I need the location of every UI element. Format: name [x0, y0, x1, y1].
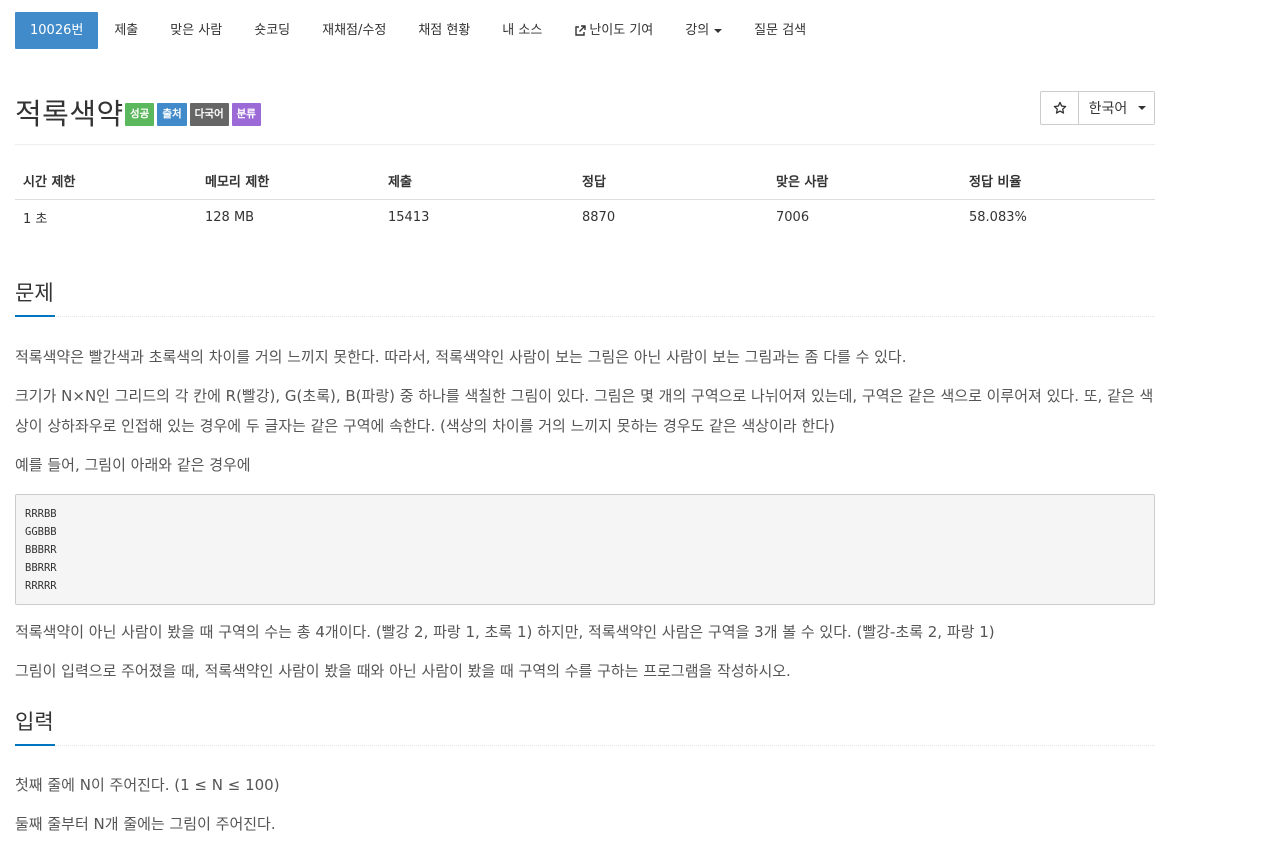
language-select[interactable]: 한국어	[1079, 92, 1154, 124]
col-accepted-users: 맞은 사람	[768, 163, 961, 200]
table-header-row: 시간 제한 메모리 제한 제출 정답 맞은 사람 정답 비율	[15, 163, 1155, 200]
problem-title: 적록색약	[15, 97, 124, 131]
nav-label: 강의	[685, 23, 710, 38]
sample-grid: RRRBB GGBBB BBBRR BBRRR RRRRR	[15, 494, 1155, 605]
nav-question-search[interactable]: 질문 검색	[738, 12, 822, 49]
description-paragraph: 그림이 입력으로 주어졌을 때, 적록색약인 사람이 봤을 때와 아닌 사람이 …	[15, 662, 791, 680]
description-paragraph: 적록색약은 빨간색과 초록색의 차이를 거의 느끼지 못한다. 따라서, 적록색…	[15, 348, 907, 366]
nav-label: 난이도 기여	[589, 23, 654, 38]
section-underline	[15, 315, 55, 317]
label-source[interactable]: 출처	[157, 103, 187, 126]
nav-rejudge[interactable]: 재채점/수정	[306, 12, 402, 49]
section-underline	[15, 744, 55, 746]
nav-submit[interactable]: 제출	[98, 12, 154, 49]
accepted-users-value: 7006	[776, 209, 810, 225]
label-multilingual[interactable]: 다국어	[189, 103, 229, 126]
caret-down-icon	[1138, 106, 1147, 110]
nav-accepted-users[interactable]: 맞은 사람	[154, 12, 238, 49]
col-accept-ratio: 정답 비율	[961, 163, 1155, 200]
col-memory-limit: 메모리 제한	[197, 163, 380, 200]
problem-section-header: 문제	[15, 265, 1155, 317]
col-submissions: 제출	[380, 163, 574, 200]
external-link-icon	[575, 24, 587, 36]
label-category[interactable]: 분류	[231, 103, 261, 126]
nav-label: 질문 검색	[754, 23, 807, 38]
favorite-button[interactable]	[1041, 92, 1079, 124]
accept-ratio-value: 58.083%	[969, 209, 1027, 225]
problem-page: 10026번 제출 맞은 사람 숏코딩 재채점/수정 채점 현황 내 소스 난이…	[15, 0, 1155, 839]
nav-label: 재채점/수정	[322, 23, 387, 38]
input-paragraph: 둘째 줄부터 N개 줄에는 그림이 주어진다.	[15, 815, 276, 833]
section-title: 입력	[15, 710, 54, 734]
problem-labels: 성공 출처 다국어 분류	[125, 103, 261, 126]
col-time-limit: 시간 제한	[15, 163, 197, 200]
submissions-value: 15413	[388, 209, 430, 225]
section-title: 문제	[15, 281, 54, 305]
description-paragraph: 적록색약이 아닌 사람이 봤을 때 구역의 수는 총 4개이다. (빨강 2, …	[15, 623, 995, 641]
description-paragraph: 예를 들어, 그림이 아래와 같은 경우에	[15, 456, 251, 474]
nav-status[interactable]: 채점 현황	[402, 12, 486, 49]
nav-problem-number[interactable]: 10026번	[15, 12, 99, 49]
nav-difficulty-contribution[interactable]: 난이도 기여	[558, 12, 669, 49]
nav-lecture-dropdown[interactable]: 강의	[669, 12, 738, 49]
nav-label: 숏코딩	[254, 23, 291, 38]
time-limit-value: 1 초	[23, 211, 48, 227]
description-paragraph: 크기가 N×N인 그리드의 각 칸에 R(빨강), G(초록), B(파랑) 중…	[15, 387, 1154, 435]
nav-my-source[interactable]: 내 소스	[486, 12, 558, 49]
nav-label: 10026번	[30, 23, 84, 38]
problem-description: 적록색약은 빨간색과 초록색의 차이를 거의 느끼지 못한다. 따라서, 적록색…	[15, 342, 1155, 686]
col-accepted: 정답	[574, 163, 768, 200]
problem-nav: 10026번 제출 맞은 사람 숏코딩 재채점/수정 채점 현황 내 소스 난이…	[15, 12, 1155, 49]
problem-header: 적록색약 성공 출처 다국어 분류 한국어	[15, 49, 1155, 145]
input-paragraph: 첫째 줄에 N이 주어진다. (1 ≤ N ≤ 100)	[15, 776, 280, 794]
accepted-value: 8870	[582, 209, 616, 225]
language-label: 한국어	[1088, 101, 1128, 117]
problem-info-table: 시간 제한 메모리 제한 제출 정답 맞은 사람 정답 비율 1 초 128 M…	[15, 163, 1155, 235]
nav-label: 제출	[114, 23, 139, 38]
nav-label: 내 소스	[502, 23, 543, 38]
caret-down-icon	[714, 28, 723, 33]
nav-label: 채점 현황	[418, 23, 471, 38]
label-success[interactable]: 성공	[125, 103, 155, 126]
problem-actions: 한국어	[1040, 91, 1155, 125]
input-description: 첫째 줄에 N이 주어진다. (1 ≤ N ≤ 100) 둘째 줄부터 N개 줄…	[15, 770, 1155, 839]
nav-short-coding[interactable]: 숏코딩	[238, 12, 306, 49]
table-row: 1 초 128 MB 15413 8870 7006 58.083%	[15, 199, 1155, 235]
nav-label: 맞은 사람	[170, 23, 223, 38]
input-section-header: 입력	[15, 694, 1155, 746]
star-outline-icon	[1053, 101, 1066, 114]
memory-limit-value: 128 MB	[205, 209, 255, 225]
